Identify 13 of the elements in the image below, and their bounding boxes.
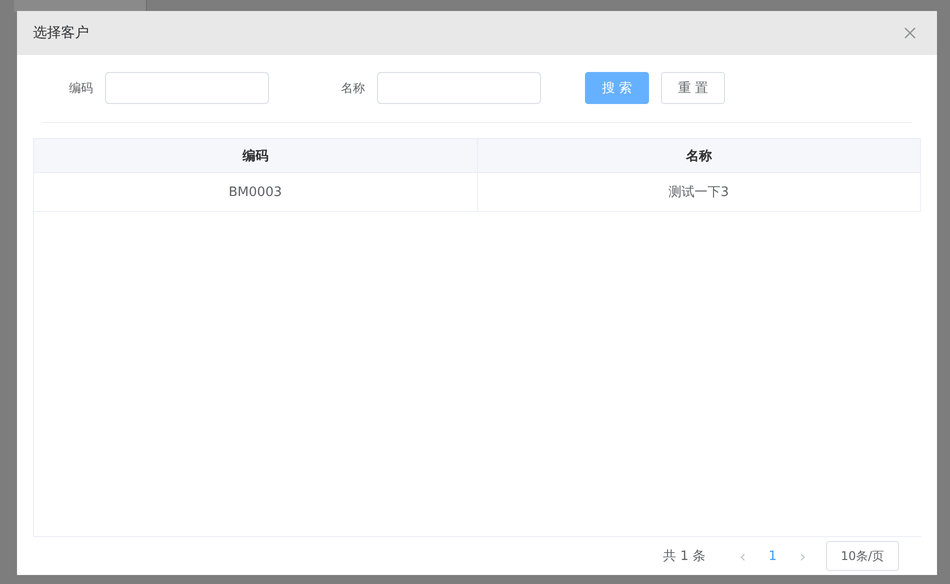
field-label: 编码 <box>68 80 94 96</box>
input-field[interactable] <box>377 72 541 104</box>
table-cell[interactable]: 测试一下3 <box>478 173 921 211</box>
reset-button[interactable]: 重 置 <box>661 72 725 104</box>
column-header: 编码 <box>34 139 478 172</box>
column-header: 名称 <box>478 139 921 172</box>
dialog-title: 选择客户 <box>33 24 89 42</box>
field-label: 名称 <box>340 80 366 96</box>
table-cell[interactable]: BM0003 <box>34 173 478 211</box>
total-count: 共 1 条 <box>663 548 706 565</box>
page-size-select[interactable]: 10条/页 <box>826 541 899 571</box>
close-icon[interactable] <box>904 27 916 39</box>
input-field[interactable] <box>105 72 269 104</box>
